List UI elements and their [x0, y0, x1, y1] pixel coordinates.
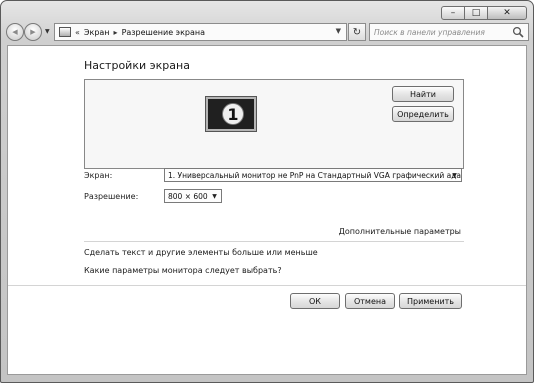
monitor-number: 1 [222, 103, 244, 125]
breadcrumb-item[interactable]: Экран [84, 28, 110, 37]
breadcrumb-separator[interactable]: ▸ [114, 28, 118, 37]
detect-button[interactable]: Найти [392, 86, 454, 102]
search-icon[interactable] [512, 26, 524, 38]
address-dropdown[interactable]: ▼ [336, 27, 341, 35]
ok-button[interactable]: ОК [290, 293, 340, 309]
monitor-1[interactable]: 1 [205, 96, 257, 132]
resolution-label: Разрешение: [84, 192, 139, 201]
dropdown-caret-icon: ▼ [212, 192, 217, 200]
forward-arrow-icon: ▶ [30, 28, 36, 36]
text-size-link[interactable]: Сделать текст и другие элементы больше и… [84, 248, 318, 257]
resolution-select[interactable]: 800 × 600 ▼ [164, 189, 222, 203]
refresh-icon: ↻ [352, 26, 362, 38]
page-title: Настройки экрана [84, 59, 190, 72]
caption-buttons: – □ ✕ [441, 6, 527, 20]
display-label: Экран: [84, 171, 113, 180]
address-prefix[interactable]: « [75, 28, 80, 37]
identify-button[interactable]: Определить [392, 106, 454, 122]
advanced-settings-link[interactable]: Дополнительные параметры [339, 227, 461, 236]
window: – □ ✕ ◀ ▶ ▼ « Экран ▸ Разрешение экрана … [0, 0, 534, 383]
cancel-button[interactable]: Отмена [345, 293, 395, 309]
recent-pages-dropdown[interactable]: ▼ [45, 28, 50, 35]
footer-divider [8, 285, 526, 286]
back-arrow-icon: ◀ [12, 28, 18, 36]
close-button[interactable]: ✕ [487, 6, 527, 20]
search-input[interactable] [370, 24, 508, 40]
minimize-button[interactable]: – [441, 6, 465, 20]
breadcrumb-item[interactable]: Разрешение экрана [122, 28, 205, 37]
resolution-select-value: 800 × 600 [168, 191, 208, 201]
back-button[interactable]: ◀ [6, 23, 24, 41]
forward-button[interactable]: ▶ [24, 23, 42, 41]
apply-button[interactable]: Применить [399, 293, 462, 309]
search-box[interactable] [369, 23, 529, 41]
dropdown-caret-icon: ▼ [452, 171, 457, 179]
address-bar[interactable]: « Экран ▸ Разрешение экрана ▼ [54, 23, 347, 41]
divider [84, 241, 464, 242]
display-select[interactable]: 1. Универсальный монитор не PnP на Станд… [164, 168, 462, 182]
refresh-button[interactable]: ↻ [348, 23, 366, 41]
display-folder-icon [59, 27, 71, 37]
which-settings-link[interactable]: Какие параметры монитора следует выбрать… [84, 266, 282, 275]
monitor-preview: 1 Найти Определить [84, 79, 464, 169]
display-select-value: 1. Универсальный монитор не PnP на Станд… [168, 170, 462, 180]
maximize-button[interactable]: □ [464, 6, 488, 20]
content-pane: Настройки экрана 1 Найти Определить Экра… [7, 45, 527, 375]
